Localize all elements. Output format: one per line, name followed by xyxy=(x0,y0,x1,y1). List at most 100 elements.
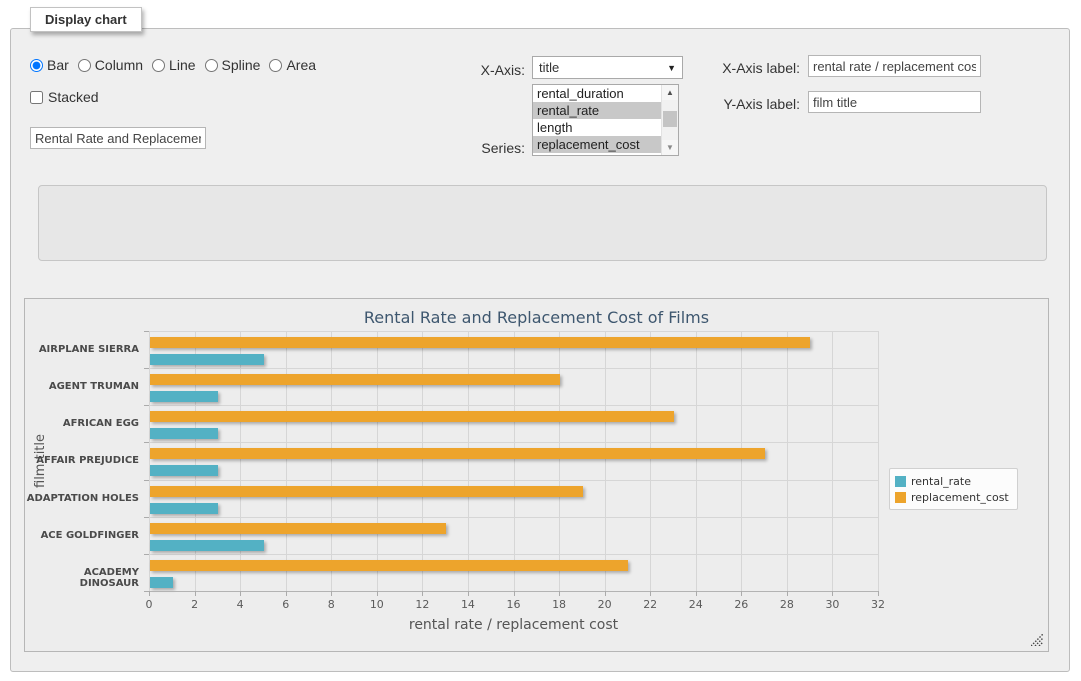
series-option-rental_rate[interactable]: rental_rate xyxy=(533,102,661,119)
x-tick-label: 28 xyxy=(767,598,807,611)
y-tick xyxy=(144,554,149,555)
grid-line xyxy=(149,331,878,332)
x-tick xyxy=(240,591,241,596)
chart-type-option-line[interactable]: Line xyxy=(152,57,195,73)
bar-replacement_cost[interactable] xyxy=(150,448,765,459)
grid-line xyxy=(605,331,606,591)
legend-swatch xyxy=(895,476,906,487)
stacked-checkbox-row: Stacked xyxy=(30,89,99,105)
grid-line xyxy=(468,331,469,591)
chart-type-radio-line[interactable] xyxy=(152,59,165,72)
x-tick xyxy=(286,591,287,596)
scrollbar-track[interactable] xyxy=(662,100,678,140)
scroll-down-icon[interactable]: ▼ xyxy=(662,140,678,155)
y-axis-label-input[interactable] xyxy=(808,91,981,113)
listbox-scrollbar[interactable]: ▲ ▼ xyxy=(661,85,678,155)
grid-line xyxy=(832,331,833,591)
bar-rental_rate[interactable] xyxy=(150,465,218,476)
bar-replacement_cost[interactable] xyxy=(150,486,583,497)
y-category-label: AGENT TRUMAN xyxy=(25,381,139,392)
bar-rental_rate[interactable] xyxy=(150,577,173,588)
x-tick xyxy=(605,591,606,596)
bar-replacement_cost[interactable] xyxy=(150,523,446,534)
grid-line xyxy=(149,368,878,369)
scrollbar-thumb[interactable] xyxy=(663,111,677,127)
x-tick xyxy=(832,591,833,596)
x-tick-label: 2 xyxy=(175,598,215,611)
chart-type-radio-bar[interactable] xyxy=(30,59,43,72)
chart-container: Rental Rate and Replacement Cost of Film… xyxy=(24,298,1049,652)
grid-line xyxy=(149,480,878,481)
series-option-rental_duration[interactable]: rental_duration xyxy=(533,85,661,102)
bar-rental_rate[interactable] xyxy=(150,391,218,402)
x-tick-label: 26 xyxy=(721,598,761,611)
resize-grip-icon[interactable] xyxy=(1031,634,1043,646)
x-tick-label: 6 xyxy=(266,598,306,611)
row-controls-panel: Start row: Number of rows: Go xyxy=(38,185,1047,261)
series-option-length[interactable]: length xyxy=(533,119,661,136)
chart-type-radio-spline[interactable] xyxy=(205,59,218,72)
x-axis-select-label: X-Axis: xyxy=(425,62,525,78)
plot-area xyxy=(149,331,878,591)
chart-type-option-area[interactable]: Area xyxy=(269,57,316,73)
chart-title: Rental Rate and Replacement Cost of Film… xyxy=(25,308,1048,327)
grid-line xyxy=(195,331,196,591)
chevron-down-icon: ▼ xyxy=(667,63,676,73)
x-tick-label: 14 xyxy=(448,598,488,611)
chart-type-radio-label: Bar xyxy=(47,57,69,73)
fieldset-legend: Display chart xyxy=(30,7,142,32)
y-tick xyxy=(144,442,149,443)
x-axis-select[interactable]: title ▼ xyxy=(532,56,683,79)
grid-line xyxy=(240,331,241,591)
grid-line xyxy=(650,331,651,591)
chart-title-input[interactable] xyxy=(30,127,206,149)
x-tick-label: 10 xyxy=(357,598,397,611)
legend-label: replacement_cost xyxy=(911,491,1009,504)
y-tick xyxy=(144,517,149,518)
y-tick xyxy=(144,591,149,592)
series-option-replacement_cost[interactable]: replacement_cost xyxy=(533,136,661,153)
bar-rental_rate[interactable] xyxy=(150,503,218,514)
grid-line xyxy=(559,331,560,591)
series-list-label: Series: xyxy=(425,140,525,156)
y-category-label: AIRPLANE SIERRA xyxy=(25,344,139,355)
chart-legend: rental_rate replacement_cost xyxy=(889,468,1018,510)
chart-type-radios: Bar Column Line Spline Area xyxy=(30,57,316,73)
grid-line xyxy=(331,331,332,591)
bar-replacement_cost[interactable] xyxy=(150,560,628,571)
x-tick xyxy=(377,591,378,596)
x-axis-label-input[interactable] xyxy=(808,55,981,77)
x-tick xyxy=(878,591,879,596)
bar-rental_rate[interactable] xyxy=(150,540,264,551)
chart-type-radio-column[interactable] xyxy=(78,59,91,72)
chart-type-option-bar[interactable]: Bar xyxy=(30,57,69,73)
x-tick-label: 4 xyxy=(220,598,260,611)
stacked-checkbox[interactable] xyxy=(30,91,43,104)
chart-type-option-column[interactable]: Column xyxy=(78,57,143,73)
bar-rental_rate[interactable] xyxy=(150,354,264,365)
stacked-label: Stacked xyxy=(48,89,99,105)
bar-replacement_cost[interactable] xyxy=(150,374,560,385)
x-axis-title: rental rate / replacement cost xyxy=(149,617,878,633)
legend-item-rental_rate[interactable]: rental_rate xyxy=(895,473,1009,489)
y-tick xyxy=(144,368,149,369)
bar-replacement_cost[interactable] xyxy=(150,411,674,422)
bar-replacement_cost[interactable] xyxy=(150,337,810,348)
chart-type-option-spline[interactable]: Spline xyxy=(205,57,261,73)
scroll-up-icon[interactable]: ▲ xyxy=(662,85,678,100)
y-category-label: AFFAIR PREJUDICE xyxy=(25,455,139,466)
grid-line xyxy=(286,331,287,591)
grid-line xyxy=(878,331,879,591)
y-category-label: ADAPTATION HOLES xyxy=(25,493,139,504)
y-tick xyxy=(144,480,149,481)
x-axis-label-label: X-Axis label: xyxy=(700,60,800,76)
legend-item-replacement_cost[interactable]: replacement_cost xyxy=(895,489,1009,505)
chart-type-radio-label: Column xyxy=(95,57,143,73)
grid-line xyxy=(149,331,150,591)
bar-rental_rate[interactable] xyxy=(150,428,218,439)
series-listbox[interactable]: rental_durationrental_ratelengthreplacem… xyxy=(532,84,679,156)
x-tick xyxy=(514,591,515,596)
y-tick xyxy=(144,405,149,406)
chart-type-radio-area[interactable] xyxy=(269,59,282,72)
legend-swatch xyxy=(895,492,906,503)
